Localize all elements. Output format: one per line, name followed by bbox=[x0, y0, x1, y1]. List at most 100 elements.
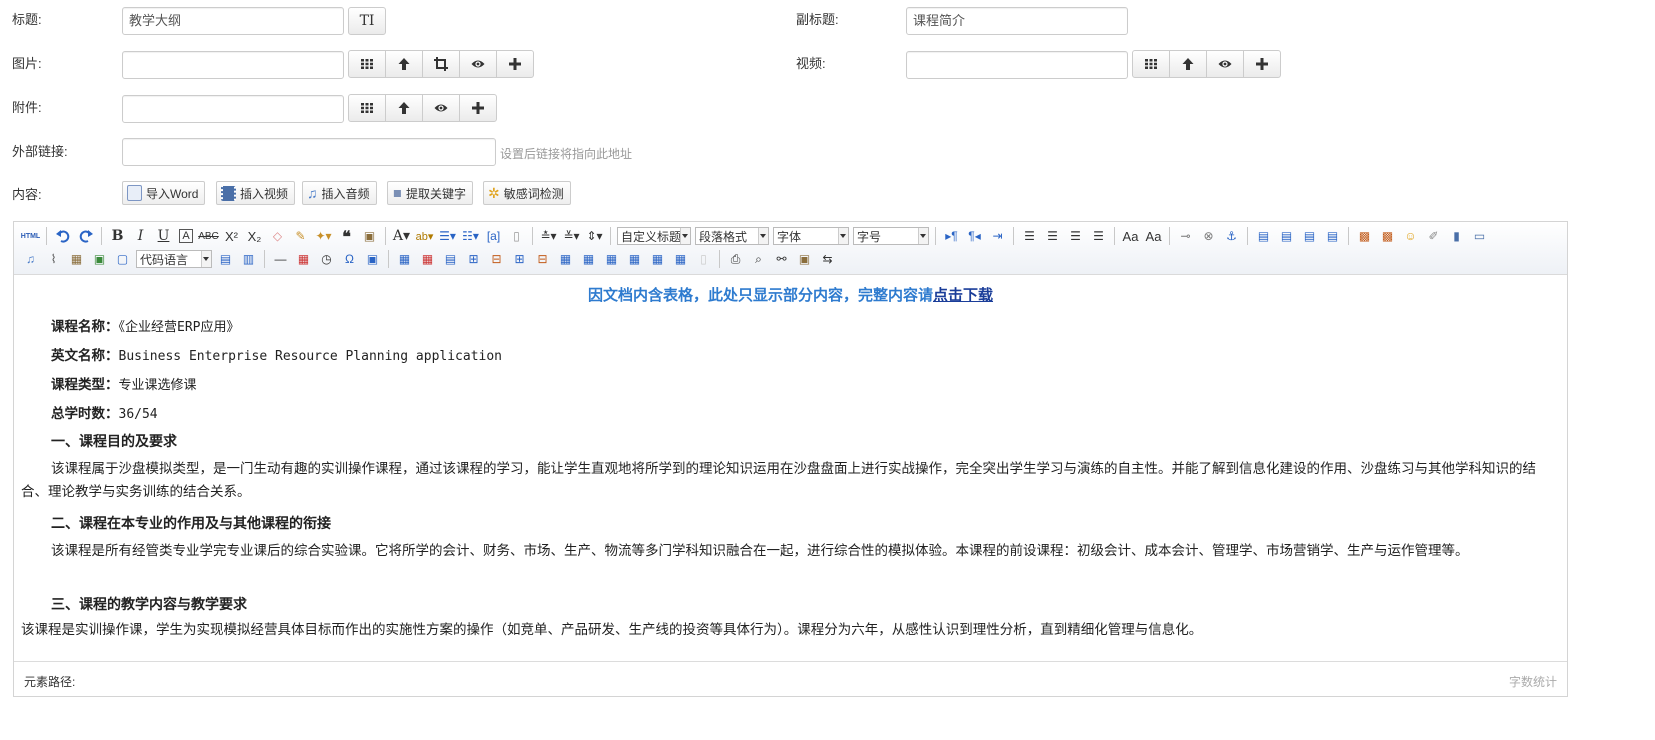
blockquote-icon[interactable]: ❝ bbox=[337, 226, 357, 246]
image-manager-icon[interactable]: ▦ bbox=[67, 249, 87, 269]
image-crop-button[interactable] bbox=[422, 50, 460, 78]
time-icon[interactable]: ◷ bbox=[317, 249, 337, 269]
special-char-icon[interactable]: Ω bbox=[340, 249, 360, 269]
insert-video-icon[interactable]: ▮ bbox=[1447, 226, 1467, 246]
video-input[interactable] bbox=[906, 51, 1128, 79]
merge-cells-icon[interactable]: ▦ bbox=[556, 249, 576, 269]
custom-title-select[interactable]: 自定义标题 bbox=[617, 227, 691, 245]
video-add-button[interactable] bbox=[1243, 50, 1281, 78]
image-add-button[interactable] bbox=[496, 50, 534, 78]
audio-icon[interactable]: ♫ bbox=[21, 249, 41, 269]
indent-icon[interactable]: ⇥ bbox=[988, 226, 1008, 246]
video-upload-button[interactable] bbox=[1169, 50, 1207, 78]
font-family-select[interactable]: 字体 bbox=[773, 227, 849, 245]
chart-icon[interactable]: ▯ bbox=[694, 249, 714, 269]
subscript-icon[interactable]: X₂ bbox=[245, 226, 265, 246]
horizontal-rule-icon[interactable]: — bbox=[271, 249, 291, 269]
music-toolbar-icon[interactable]: ▭ bbox=[1470, 226, 1490, 246]
background-icon[interactable]: ▥ bbox=[239, 249, 259, 269]
anchor-icon[interactable]: ⚓ bbox=[1222, 226, 1242, 246]
preview-icon[interactable]: ⌕ bbox=[749, 249, 769, 269]
scrawl-icon[interactable]: ✐ bbox=[1424, 226, 1444, 246]
insert-col-icon[interactable]: ⊞ bbox=[510, 249, 530, 269]
attachment-icon[interactable]: ⌇ bbox=[44, 249, 64, 269]
image-upload-button[interactable] bbox=[385, 50, 423, 78]
image-none-icon[interactable]: ▤ bbox=[1254, 226, 1274, 246]
extract-keywords-button[interactable]: ◆ 提取关键字 bbox=[387, 181, 474, 205]
format-brush-icon[interactable]: ✎ bbox=[291, 226, 311, 246]
link-input[interactable] bbox=[122, 138, 496, 166]
insert-frame-icon[interactable]: ▣ bbox=[90, 249, 110, 269]
rtl-icon[interactable]: ¶◂ bbox=[965, 226, 985, 246]
insert-video-button[interactable]: 插入视频 bbox=[216, 181, 296, 205]
image-left-icon[interactable]: ▤ bbox=[1277, 226, 1297, 246]
video-browse-button[interactable] bbox=[1132, 50, 1170, 78]
split-cols-icon[interactable]: ▦ bbox=[671, 249, 691, 269]
bold-icon[interactable]: B bbox=[108, 226, 128, 246]
font-color-icon[interactable]: A▾ bbox=[392, 226, 412, 246]
image-input[interactable] bbox=[122, 51, 344, 79]
unlink-icon[interactable]: ⊗ bbox=[1199, 226, 1219, 246]
import-word-button[interactable]: 导入Word bbox=[122, 181, 206, 205]
video-preview-button[interactable] bbox=[1206, 50, 1244, 78]
insert-image-icon[interactable]: ▩ bbox=[1355, 226, 1375, 246]
line-height-icon[interactable]: ⇕▾ bbox=[585, 226, 605, 246]
html-source-button[interactable]: HTML bbox=[21, 226, 41, 246]
delete-col-icon[interactable]: ⊟ bbox=[533, 249, 553, 269]
attachment-preview-button[interactable] bbox=[422, 94, 460, 122]
editor-content[interactable]: 因文档内含表格，此处只显示部分内容，完整内容请点击下载 课程名称：《企业经营ER… bbox=[14, 275, 1567, 660]
paragraph-format-select[interactable]: 段落格式 bbox=[695, 227, 769, 245]
to-uppercase-icon[interactable]: Aa bbox=[1121, 226, 1141, 246]
find-icon[interactable]: ⚯ bbox=[772, 249, 792, 269]
attachment-upload-button[interactable] bbox=[385, 94, 423, 122]
undo-button[interactable] bbox=[53, 226, 73, 246]
eraser-icon[interactable]: ◇ bbox=[268, 226, 288, 246]
attachment-browse-button[interactable] bbox=[348, 94, 386, 122]
ltr-icon[interactable]: ▸¶ bbox=[942, 226, 962, 246]
superscript-icon[interactable]: X² bbox=[222, 226, 242, 246]
row-spacing-bottom-icon[interactable]: ≚▾ bbox=[562, 226, 582, 246]
font-border-icon[interactable]: A bbox=[179, 229, 193, 243]
select-all-icon[interactable]: [a] bbox=[484, 226, 504, 246]
align-left-icon[interactable]: ☰ bbox=[1020, 226, 1040, 246]
image-right-icon[interactable]: ▤ bbox=[1300, 226, 1320, 246]
insert-row-icon[interactable]: ⊞ bbox=[464, 249, 484, 269]
delete-table-icon[interactable]: ▦ bbox=[418, 249, 438, 269]
strikethrough-icon[interactable]: ABC bbox=[198, 226, 219, 246]
split-cells-icon[interactable]: ▦ bbox=[625, 249, 645, 269]
merge-down-icon[interactable]: ▦ bbox=[602, 249, 622, 269]
help-icon[interactable]: ⇆ bbox=[818, 249, 838, 269]
code-language-select[interactable]: 代码语言 bbox=[136, 250, 212, 268]
rich-text-editor[interactable]: HTML B I U A ABC X² X₂ ◇ ✎ ✦▾ ❝ ▣ A▾ ab▾… bbox=[13, 221, 1568, 697]
row-spacing-top-icon[interactable]: ≛▾ bbox=[539, 226, 559, 246]
insert-table-icon[interactable]: ▦ bbox=[395, 249, 415, 269]
align-center-icon[interactable]: ☰ bbox=[1043, 226, 1063, 246]
attachment-add-button[interactable] bbox=[459, 94, 497, 122]
search-replace-icon[interactable]: ▣ bbox=[363, 249, 383, 269]
redo-button[interactable] bbox=[76, 226, 96, 246]
image-preview-button[interactable] bbox=[459, 50, 497, 78]
image-browse-button[interactable] bbox=[348, 50, 386, 78]
date-icon[interactable]: ▦ bbox=[294, 249, 314, 269]
attachment-input[interactable] bbox=[122, 95, 344, 123]
to-lowercase-icon[interactable]: Aa bbox=[1144, 226, 1164, 246]
print-icon[interactable]: ⎙ bbox=[726, 249, 746, 269]
emotion-icon[interactable]: ☺ bbox=[1401, 226, 1421, 246]
auto-format-icon[interactable]: ✦▾ bbox=[314, 226, 334, 246]
sensitive-check-button[interactable]: ✲ 敏感词检测 bbox=[483, 181, 571, 205]
clear-doc-icon[interactable]: ▯ bbox=[507, 226, 527, 246]
multi-image-icon[interactable]: ▩ bbox=[1378, 226, 1398, 246]
insert-paragraph-before-table-icon[interactable]: ▤ bbox=[441, 249, 461, 269]
split-rows-icon[interactable]: ▦ bbox=[648, 249, 668, 269]
title-input[interactable]: 教学大纲 bbox=[122, 7, 344, 35]
subtitle-input[interactable]: 课程简介 bbox=[906, 7, 1128, 35]
merge-right-icon[interactable]: ▦ bbox=[579, 249, 599, 269]
web-app-icon[interactable]: ▢ bbox=[113, 249, 133, 269]
ordered-list-icon[interactable]: ☰▾ bbox=[438, 226, 458, 246]
unordered-list-icon[interactable]: ☷▾ bbox=[461, 226, 481, 246]
title-style-button[interactable]: TI bbox=[348, 7, 386, 35]
highlight-icon[interactable]: ab▾ bbox=[415, 226, 435, 246]
insert-audio-button[interactable]: ♫ 插入音频 bbox=[302, 181, 377, 205]
template-icon[interactable]: ▤ bbox=[216, 249, 236, 269]
align-right-icon[interactable]: ☰ bbox=[1066, 226, 1086, 246]
